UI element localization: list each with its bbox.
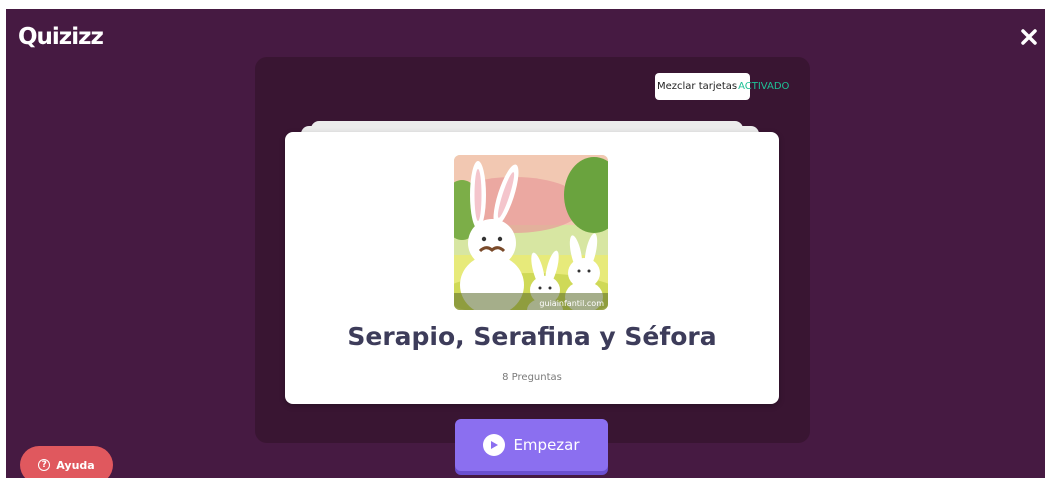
shuffle-label: Mezclar tarjetas bbox=[657, 81, 738, 92]
question-icon: ? bbox=[38, 459, 51, 471]
start-button[interactable]: Empezar bbox=[455, 419, 608, 471]
quizizz-logo: Quizizz bbox=[18, 24, 104, 50]
start-label: Empezar bbox=[513, 436, 580, 454]
help-button[interactable]: ? Ayuda bbox=[20, 446, 113, 478]
quiz-title: Serapio, Serafina y Séfora bbox=[347, 322, 717, 351]
close-button[interactable] bbox=[1017, 25, 1041, 49]
flashcard: guiainfantil.com Serapio, Serafina y Séf… bbox=[285, 132, 779, 404]
bunny-family-illustration bbox=[454, 155, 608, 310]
play-icon bbox=[483, 434, 506, 456]
image-watermark: guiainfantil.com bbox=[539, 299, 604, 308]
close-icon bbox=[1021, 29, 1037, 45]
quiz-cover-image: guiainfantil.com bbox=[454, 155, 608, 310]
quiz-preview-screen: Quizizz Mezclar tarjetas ACTIVADO guiain… bbox=[6, 9, 1045, 478]
help-label: Ayuda bbox=[56, 458, 95, 472]
shuffle-state: ACTIVADO bbox=[738, 81, 790, 92]
shuffle-toggle[interactable]: Mezclar tarjetas ACTIVADO bbox=[655, 73, 789, 100]
question-count: 8 Preguntas bbox=[502, 372, 562, 383]
